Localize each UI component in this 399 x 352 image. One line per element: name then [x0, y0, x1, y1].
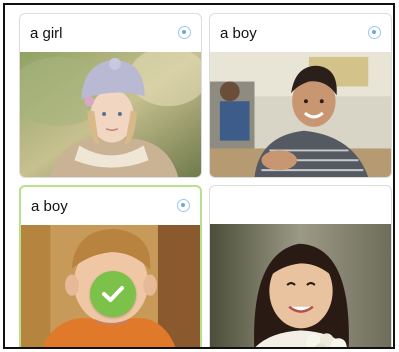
answer-card-blond-boy[interactable]: a boy	[19, 185, 202, 347]
answer-card-boy-desk[interactable]: a boy	[209, 13, 392, 178]
answer-card-girl[interactable]: a girl	[19, 13, 202, 178]
card-header	[210, 186, 391, 224]
photo-boy-at-desk	[210, 52, 391, 177]
card-header: a boy	[21, 187, 200, 225]
card-label: a boy	[31, 197, 68, 215]
checkmark-icon	[102, 286, 124, 302]
answer-card-girl-bob[interactable]	[209, 185, 392, 347]
photo-girl-knit-hat	[20, 52, 201, 177]
photo-girl-bob	[210, 224, 391, 347]
card-label: a girl	[30, 24, 63, 42]
answer-grid: a girl a boy a boy	[3, 3, 395, 349]
radio-icon[interactable]	[178, 26, 191, 39]
radio-icon[interactable]	[177, 199, 190, 212]
card-header: a girl	[20, 14, 201, 52]
card-header: a boy	[210, 14, 391, 52]
correct-check-badge	[90, 271, 136, 317]
radio-icon[interactable]	[368, 26, 381, 39]
card-label: a boy	[220, 24, 257, 42]
